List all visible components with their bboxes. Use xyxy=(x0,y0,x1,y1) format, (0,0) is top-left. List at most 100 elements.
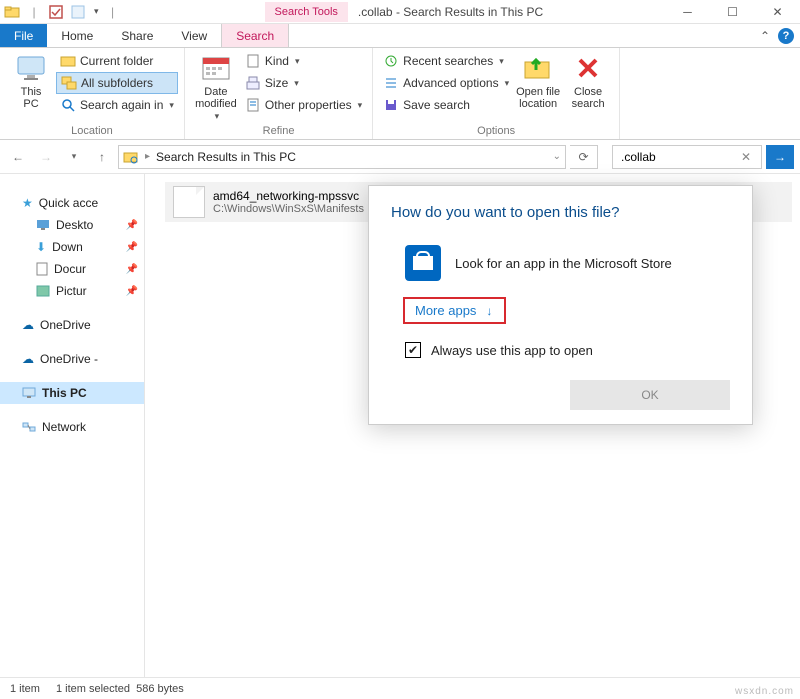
star-icon: ★ xyxy=(22,196,33,210)
monitor-icon xyxy=(15,52,47,84)
nav-label: Docur xyxy=(54,262,86,276)
search-again-button[interactable]: Search again in ▾ xyxy=(56,94,178,116)
pin-icon: 📌 xyxy=(126,242,138,253)
refresh-button[interactable]: ⟳ xyxy=(570,145,598,169)
all-subfolders-button[interactable]: All subfolders xyxy=(56,72,178,94)
chevron-down-icon[interactable]: ⌄ xyxy=(553,151,561,162)
pin-icon: 📌 xyxy=(126,264,138,275)
nav-this-pc[interactable]: This PC xyxy=(0,382,144,404)
tab-view[interactable]: View xyxy=(167,24,221,47)
qat-dropdown-icon[interactable]: ▾ xyxy=(94,6,99,17)
checkbox-icon[interactable] xyxy=(48,4,64,20)
close-search-button[interactable]: Close search xyxy=(563,50,613,116)
folder-icon xyxy=(60,53,76,69)
folder-icon xyxy=(4,4,20,20)
desktop-icon xyxy=(36,219,50,231)
nav-label: Pictur xyxy=(56,284,87,298)
nav-desktop[interactable]: Deskto📌 xyxy=(0,214,144,236)
search-icon xyxy=(60,97,76,113)
advanced-options-button[interactable]: Advanced options▾ xyxy=(379,72,513,94)
date-modified-button[interactable]: Date modified ▾ xyxy=(191,50,241,122)
help-icon[interactable]: ? xyxy=(778,28,794,44)
nav-onedrive-1[interactable]: ☁ OneDrive xyxy=(0,314,144,336)
close-x-icon xyxy=(572,52,604,84)
nav-pictures[interactable]: Pictur📌 xyxy=(0,280,144,302)
watermark: wsxdn.com xyxy=(735,686,794,697)
monitor-icon xyxy=(22,387,36,399)
calendar-icon xyxy=(200,52,232,84)
tab-help-area: ⌃ ? xyxy=(760,24,800,47)
back-button[interactable]: ← xyxy=(6,145,30,169)
tab-share[interactable]: Share xyxy=(107,24,167,47)
nav-label: OneDrive - xyxy=(40,352,98,366)
checkbox-icon[interactable]: ✔ xyxy=(405,342,421,358)
open-file-location-label: Open file location xyxy=(516,86,560,110)
up-button[interactable]: ↑ xyxy=(90,145,114,169)
ribbon-collapse-icon[interactable]: ⌃ xyxy=(760,29,770,43)
tab-home[interactable]: Home xyxy=(47,24,107,47)
nav-label: Quick acce xyxy=(39,196,98,210)
file-name: amd64_networking-mpssvc xyxy=(213,189,364,203)
save-search-label: Save search xyxy=(403,98,470,112)
size-button[interactable]: Size▾ xyxy=(241,72,366,94)
file-icon xyxy=(173,186,205,218)
status-item-count: 1 item xyxy=(10,683,40,695)
recent-searches-label: Recent searches xyxy=(403,54,493,68)
chevron-down-icon: ▾ xyxy=(499,56,504,67)
save-icon xyxy=(383,97,399,113)
other-properties-button[interactable]: Other properties▾ xyxy=(241,94,366,116)
search-box[interactable]: ✕ xyxy=(612,145,762,169)
nav-onedrive-2[interactable]: ☁ OneDrive - xyxy=(0,348,144,370)
open-file-location-button[interactable]: Open file location xyxy=(513,50,563,116)
size-icon xyxy=(245,75,261,91)
always-use-label: Always use this app to open xyxy=(431,343,593,358)
chevron-down-icon: ▾ xyxy=(358,100,363,111)
minimize-button[interactable]: ─ xyxy=(665,0,710,24)
nav-network[interactable]: Network xyxy=(0,416,144,438)
breadcrumb-item[interactable]: Search Results in This PC xyxy=(156,150,296,164)
more-apps-link[interactable]: More apps ↓ xyxy=(403,297,506,324)
nav-downloads[interactable]: ⬇ Down 📌 xyxy=(0,236,144,258)
always-use-row[interactable]: ✔ Always use this app to open xyxy=(391,342,730,358)
store-option[interactable]: Look for an app in the Microsoft Store xyxy=(391,239,730,297)
status-bar: 1 item 1 item selected 586 bytes xyxy=(0,677,800,699)
chevron-down-icon: ▾ xyxy=(215,112,220,122)
search-input[interactable] xyxy=(619,149,737,165)
recent-searches-button[interactable]: Recent searches ▾ xyxy=(379,50,513,72)
address-bar[interactable]: ▸ Search Results in This PC ⌄ xyxy=(118,145,566,169)
group-location-label: Location xyxy=(6,125,178,139)
tab-file[interactable]: File xyxy=(0,24,47,47)
forward-button[interactable]: → xyxy=(34,145,58,169)
tab-search[interactable]: Search xyxy=(221,24,289,47)
store-label: Look for an app in the Microsoft Store xyxy=(455,256,672,271)
download-icon: ⬇ xyxy=(36,240,46,254)
pictures-icon xyxy=(36,285,50,297)
store-icon xyxy=(405,245,441,281)
nav-documents[interactable]: Docur 📌 xyxy=(0,258,144,280)
date-modified-label: Date modified xyxy=(195,86,237,110)
divider-icon: | xyxy=(105,4,121,20)
navigation-pane: ★ Quick acce Deskto📌 ⬇ Down 📌 Docur 📌 Pict… xyxy=(0,174,145,677)
save-search-button[interactable]: Save search xyxy=(379,94,513,116)
current-folder-button[interactable]: Current folder xyxy=(56,50,178,72)
recent-locations-button[interactable]: ▾ xyxy=(62,145,86,169)
nav-label: Down xyxy=(52,240,83,254)
ok-button[interactable]: OK xyxy=(570,380,730,410)
nav-quick-access[interactable]: ★ Quick acce xyxy=(0,192,144,214)
search-go-button[interactable]: → xyxy=(766,145,794,169)
status-selected: 1 item selected 586 bytes xyxy=(56,683,184,695)
nav-label: This PC xyxy=(42,386,87,400)
nav-label: Network xyxy=(42,420,86,434)
this-pc-button[interactable]: This PC xyxy=(6,50,56,116)
clear-search-icon[interactable]: ✕ xyxy=(737,150,755,164)
quick-access-toolbar: | ▾ | xyxy=(0,4,125,20)
close-button[interactable]: ✕ xyxy=(755,0,800,24)
chevron-down-icon: ▾ xyxy=(294,78,299,89)
chevron-down-icon: ▾ xyxy=(505,78,510,89)
kind-button[interactable]: Kind▾ xyxy=(241,50,366,72)
blank-box-icon[interactable] xyxy=(70,4,86,20)
this-pc-label: This PC xyxy=(21,86,42,110)
maximize-button[interactable]: ☐ xyxy=(710,0,755,24)
chevron-right-icon[interactable]: ▸ xyxy=(145,151,150,162)
nav-label: OneDrive xyxy=(40,318,91,332)
